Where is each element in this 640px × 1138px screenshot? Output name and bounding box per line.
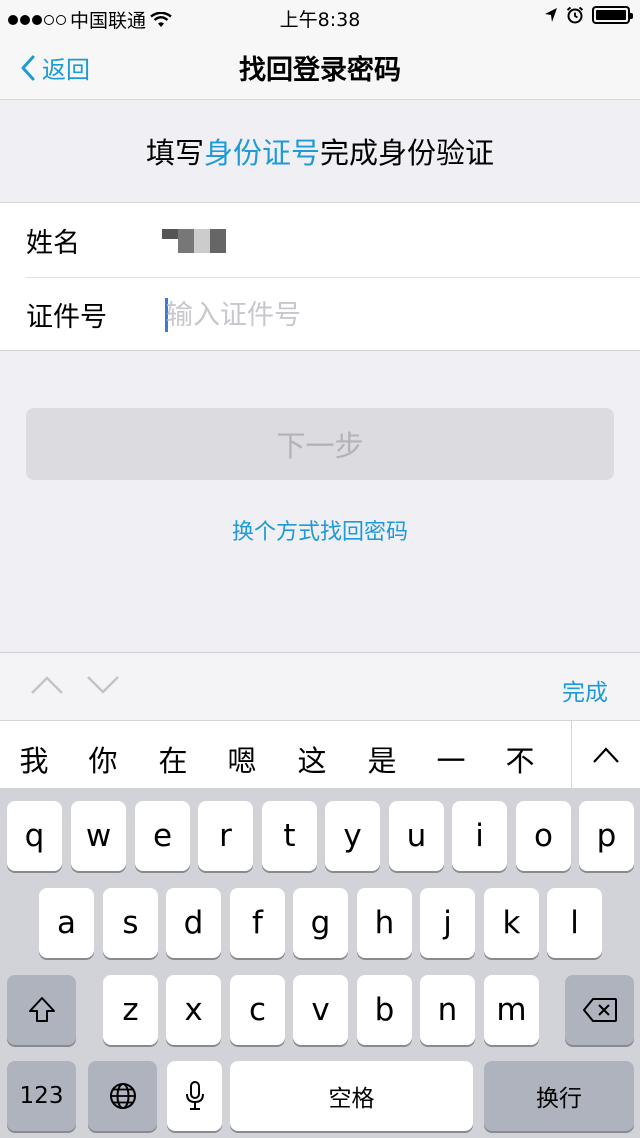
microphone-key[interactable] — [167, 1061, 222, 1131]
key[interactable]: p — [579, 801, 634, 871]
key[interactable]: a — [39, 888, 94, 958]
key[interactable]: z — [103, 975, 158, 1045]
key[interactable]: l — [547, 888, 602, 958]
instruction-highlight: 身份证号 — [203, 136, 320, 170]
key[interactable]: e — [135, 801, 190, 871]
key[interactable]: y — [325, 801, 380, 871]
status-right — [544, 6, 633, 24]
name-row: 姓名 — [0, 203, 640, 277]
alarm-icon — [566, 6, 584, 24]
next-field-icon[interactable] — [86, 673, 120, 697]
key[interactable]: g — [293, 888, 348, 958]
id-number-input[interactable] — [166, 296, 606, 334]
key[interactable]: c — [230, 975, 285, 1045]
identity-form: 姓名 证件号 — [0, 202, 640, 351]
key[interactable]: h — [357, 888, 412, 958]
battery-icon — [592, 6, 633, 24]
key[interactable]: m — [484, 975, 539, 1045]
key[interactable]: w — [71, 801, 126, 871]
key[interactable]: n — [420, 975, 475, 1045]
numbers-key[interactable]: 123 — [7, 1061, 76, 1131]
next-step-button[interactable]: 下一步 — [26, 408, 614, 480]
candidate-item[interactable]: 是 — [362, 738, 402, 780]
status-bar: 中国联通 上午8:38 — [0, 0, 640, 34]
key[interactable]: t — [262, 801, 317, 871]
key[interactable]: r — [198, 801, 253, 871]
key[interactable]: x — [166, 975, 221, 1045]
globe-icon — [109, 1083, 136, 1109]
key[interactable]: f — [230, 888, 285, 958]
candidate-item[interactable]: 一 — [431, 738, 471, 780]
chevron-up-icon — [593, 747, 619, 763]
key[interactable]: i — [452, 801, 507, 871]
candidate-item[interactable]: 你 — [83, 738, 123, 780]
candidate-item[interactable]: 这 — [292, 738, 332, 780]
key[interactable]: s — [103, 888, 158, 958]
previous-field-icon[interactable] — [30, 673, 64, 697]
candidate-item[interactable]: 我 — [14, 738, 54, 780]
id-number-row: 证件号 — [26, 277, 640, 351]
space-key[interactable]: 空格 — [230, 1061, 473, 1131]
candidate-item[interactable]: 嗯 — [222, 738, 262, 780]
instruction-text: 填写 身份证号 完成身份验证 — [0, 100, 640, 202]
nav-bar: 返回 找回登录密码 — [0, 34, 640, 100]
alternative-method-link[interactable]: 换个方式找回密码 — [0, 514, 640, 546]
keyboard-accessory-bar: 完成 — [0, 652, 640, 720]
globe-key[interactable] — [88, 1061, 157, 1131]
instruction-suffix: 完成身份验证 — [320, 136, 495, 170]
shift-icon — [28, 997, 55, 1022]
candidate-item[interactable]: 不 — [500, 738, 540, 780]
key[interactable]: b — [357, 975, 412, 1045]
candidate-item[interactable]: 在 — [153, 738, 193, 780]
backspace-key[interactable] — [565, 975, 634, 1045]
page-title: 找回登录密码 — [239, 55, 401, 86]
instruction-prefix: 填写 — [145, 136, 204, 170]
key[interactable]: o — [516, 801, 571, 871]
key[interactable]: q — [7, 801, 62, 871]
id-number-label: 证件号 — [26, 302, 107, 333]
shift-key[interactable] — [7, 975, 76, 1045]
microphone-icon — [185, 1081, 204, 1110]
done-button[interactable]: 完成 — [562, 673, 608, 707]
keyboard: q w e r t y u i o p a s d f g h j k l z … — [0, 788, 640, 1138]
backspace-icon — [582, 998, 617, 1022]
key[interactable]: u — [389, 801, 444, 871]
candidate-bar: 我 你 在 嗯 这 是 一 不 — [0, 720, 640, 789]
key[interactable]: k — [484, 888, 539, 958]
return-key[interactable]: 换行 — [484, 1061, 634, 1131]
expand-candidates-button[interactable] — [571, 721, 640, 789]
key[interactable]: j — [420, 888, 475, 958]
name-label: 姓名 — [26, 227, 80, 259]
location-arrow-icon — [545, 8, 557, 22]
key[interactable]: v — [293, 975, 348, 1045]
name-value-blurred — [162, 229, 228, 253]
key[interactable]: d — [166, 888, 221, 958]
